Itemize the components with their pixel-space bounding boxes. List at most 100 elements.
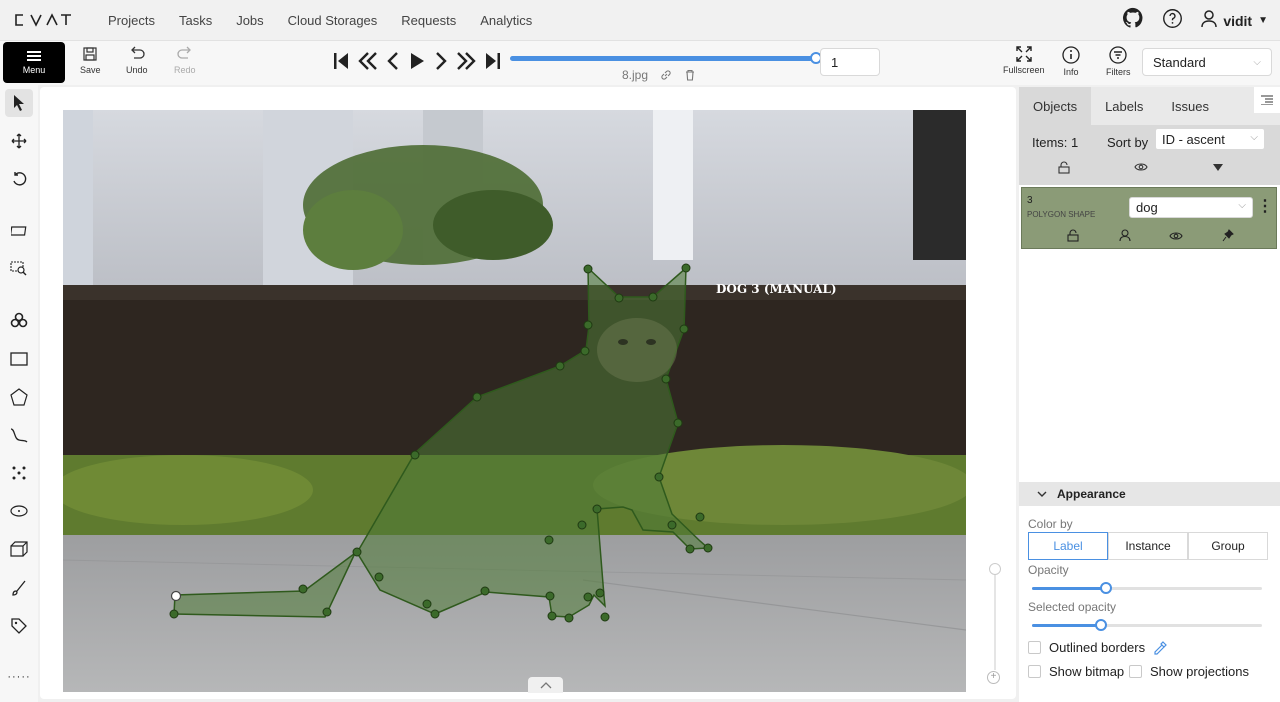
polyline-tool[interactable] (5, 421, 33, 449)
opacity-handle[interactable] (1099, 582, 1112, 594)
nav-tasks[interactable]: Tasks (179, 13, 212, 28)
undo-button[interactable]: Undo (126, 46, 148, 75)
show-bitmap-checkbox[interactable]: Show bitmap (1028, 664, 1124, 679)
cvat-logo[interactable] (14, 13, 72, 27)
more-options-icon[interactable]: ⋮ (1257, 196, 1273, 216)
play-icon[interactable] (408, 51, 426, 71)
show-projections-checkbox[interactable]: Show projections (1129, 664, 1249, 679)
filters-label: Filters (1106, 67, 1131, 77)
nav-projects[interactable]: Projects (108, 13, 155, 28)
checkbox-box[interactable] (1028, 641, 1041, 654)
fast-forward-icon[interactable] (456, 51, 476, 71)
zoom-handle[interactable] (989, 563, 1001, 575)
object-id: 3 (1027, 195, 1033, 206)
points-icon (12, 466, 26, 480)
object-pin-icon[interactable] (1222, 229, 1234, 242)
selected-opacity-handle[interactable] (1095, 619, 1107, 631)
points-tool[interactable] (5, 459, 33, 487)
nav-analytics[interactable]: Analytics (480, 13, 532, 28)
tab-issues[interactable]: Issues (1157, 87, 1223, 125)
github-icon[interactable] (1122, 7, 1144, 34)
collapse-all-icon[interactable] (1213, 164, 1223, 171)
first-frame-icon[interactable] (332, 51, 350, 71)
outlined-borders-checkbox[interactable]: Outlined borders (1028, 640, 1167, 655)
ellipse-tool[interactable] (5, 497, 33, 525)
show-projections-label: Show projections (1150, 664, 1249, 679)
fit-image-tool[interactable] (5, 217, 33, 245)
appearance-panel: Appearance Color by Label Instance Group… (1019, 482, 1280, 702)
fast-backward-icon[interactable] (358, 51, 378, 71)
opacity-fill (1032, 587, 1106, 590)
object-label-select[interactable]: dog ⌵ (1129, 197, 1253, 218)
link-icon[interactable] (660, 69, 672, 81)
color-by-instance-option[interactable]: Instance (1108, 532, 1188, 560)
checkbox-box[interactable] (1129, 665, 1142, 678)
workspace-select[interactable]: Standard ⌵ (1142, 48, 1272, 76)
eye-all-icon[interactable] (1134, 162, 1148, 172)
brush-tool[interactable] (5, 574, 33, 602)
objects-sidebar: Objects Labels Issues Items: 1 Sort by I… (1019, 87, 1280, 702)
delete-frame-icon[interactable] (684, 69, 696, 81)
zoom-region-icon (10, 261, 27, 276)
polygon-tool[interactable] (5, 383, 33, 411)
fullscreen-button[interactable]: Fullscreen (1003, 46, 1045, 75)
fullscreen-label: Fullscreen (1003, 65, 1045, 75)
user-menu[interactable]: vidit ▼ (1201, 10, 1268, 31)
chevron-down-icon: ⌵ (1238, 200, 1246, 211)
help-icon[interactable] (1162, 8, 1183, 34)
nav-requests[interactable]: Requests (401, 13, 456, 28)
tag-tool[interactable] (5, 612, 33, 640)
cursor-tool[interactable] (5, 89, 33, 117)
filters-button[interactable]: Filters (1106, 46, 1131, 77)
eyedropper-icon[interactable] (1153, 640, 1167, 655)
frame-number-input[interactable]: 1 (820, 48, 880, 76)
rotate-tool[interactable] (5, 165, 33, 193)
start-vertex[interactable] (170, 590, 182, 602)
nav-jobs[interactable]: Jobs (236, 13, 263, 28)
sort-select[interactable]: ID - ascent ⌵ (1155, 128, 1265, 150)
object-item[interactable]: 3 POLYGON SHAPE dog ⌵ ⋮ (1021, 187, 1277, 249)
tab-labels[interactable]: Labels (1091, 87, 1157, 125)
previous-icon[interactable] (386, 51, 400, 71)
object-eye-icon[interactable] (1169, 231, 1183, 241)
polyline-icon (10, 428, 28, 443)
appearance-header[interactable]: Appearance (1019, 482, 1280, 506)
redo-button[interactable]: Redo (174, 46, 196, 75)
cursor-icon (14, 95, 24, 111)
redo-label: Redo (174, 65, 196, 75)
color-by-label: Color by (1028, 517, 1073, 531)
bottom-panel-toggle[interactable] (528, 677, 563, 693)
tab-objects[interactable]: Objects (1019, 87, 1092, 125)
player-controls (332, 51, 502, 71)
lock-all-icon[interactable] (1058, 161, 1070, 174)
ai-tools[interactable] (5, 306, 33, 334)
selected-opacity-slider[interactable] (1032, 619, 1262, 631)
object-user-icon[interactable] (1119, 229, 1131, 242)
fullscreen-icon (1016, 46, 1032, 62)
filename-row: 8.jpg (622, 68, 696, 82)
menu-button[interactable]: Menu (3, 42, 65, 83)
zoom-region-tool[interactable] (5, 255, 33, 283)
color-by-group-option[interactable]: Group (1188, 532, 1268, 560)
zoom-in-icon[interactable]: + (987, 671, 1000, 684)
caret-down-icon: ▼ (1258, 15, 1268, 26)
opacity-slider[interactable] (1032, 582, 1262, 594)
canvas-image[interactable] (63, 110, 966, 692)
checkbox-box[interactable] (1028, 665, 1041, 678)
last-frame-icon[interactable] (484, 51, 502, 71)
nav-cloud-storages[interactable]: Cloud Storages (288, 13, 378, 28)
ellipse-icon (10, 505, 28, 517)
more-tools[interactable]: ····· (5, 663, 33, 691)
frame-slider[interactable] (510, 52, 822, 64)
hamburger-icon (27, 50, 41, 61)
cuboid-tool[interactable] (5, 535, 33, 563)
rectangle-tool[interactable] (5, 345, 33, 373)
info-button[interactable]: Info (1062, 46, 1080, 77)
next-icon[interactable] (434, 51, 448, 71)
sidebar-collapse-button[interactable] (1254, 87, 1280, 113)
save-button[interactable]: Save (80, 46, 101, 75)
color-by-label-option[interactable]: Label (1028, 532, 1108, 560)
move-tool[interactable] (5, 127, 33, 155)
object-lock-icon[interactable] (1067, 229, 1079, 242)
opacity-label: Opacity (1028, 563, 1069, 577)
